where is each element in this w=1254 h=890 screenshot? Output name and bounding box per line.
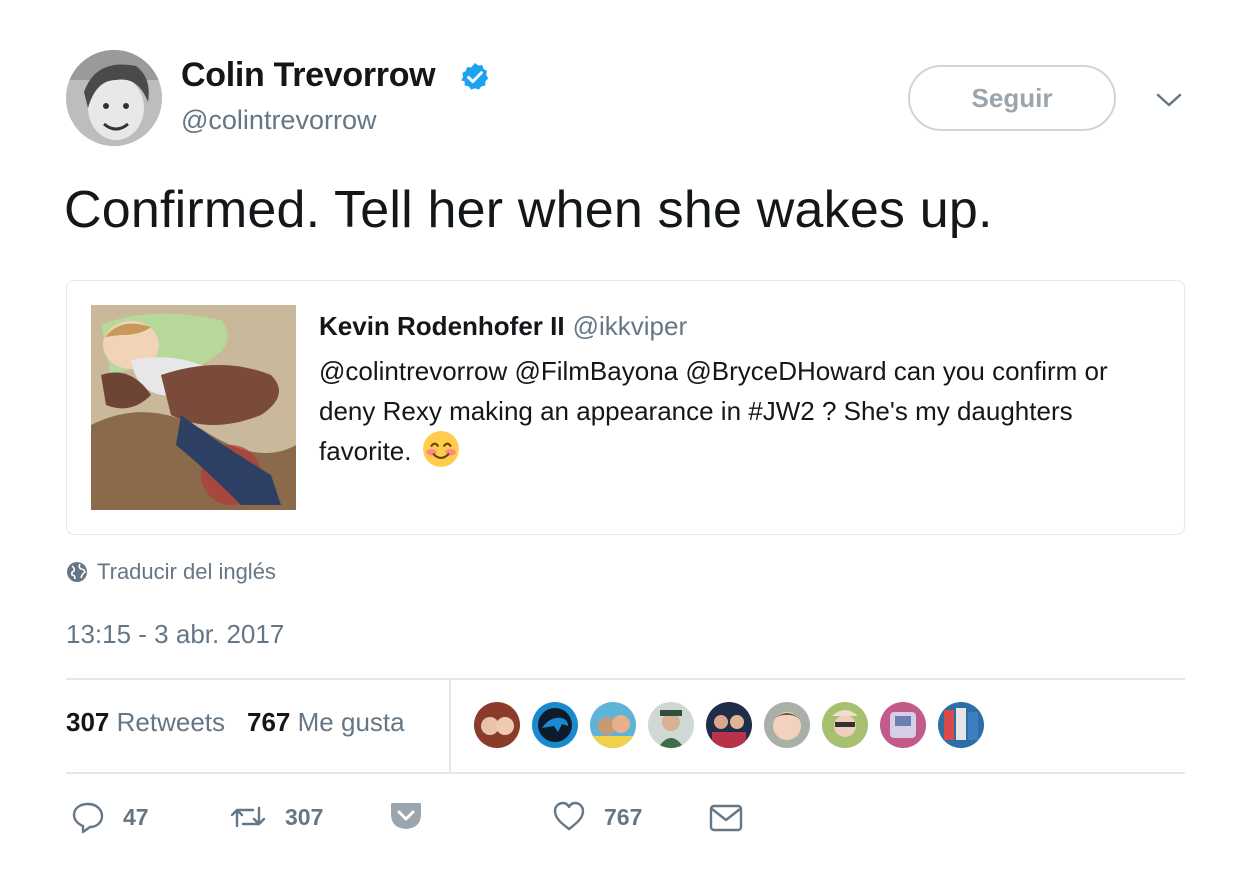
retweets-label: Retweets [116, 707, 226, 737]
divider [66, 772, 1185, 774]
envelope-icon [709, 804, 743, 832]
quoted-text-line-content: favorite. [319, 436, 412, 466]
divider [66, 678, 1185, 680]
liker-avatar[interactable] [762, 700, 812, 750]
author-name[interactable]: Colin Trevorrow [181, 56, 436, 95]
quoted-author[interactable]: Kevin Rodenhofer II @ikkviper [319, 311, 687, 342]
liker-photo [474, 702, 520, 748]
liker-photo [706, 702, 752, 748]
direct-message-action[interactable] [709, 803, 743, 838]
retweet-count: 307 [285, 803, 324, 830]
liker-photo [648, 702, 694, 748]
toddler-with-dinosaur-photo [91, 305, 296, 510]
quoted-text-line: @colintrevorrow @FilmBayona @BryceDHowar… [319, 356, 1108, 386]
liker-photo [764, 702, 810, 748]
liker-avatar[interactable] [704, 700, 754, 750]
liker-avatar[interactable] [936, 700, 986, 750]
profile-photo [66, 50, 162, 146]
translate-label: Traducir del inglés [97, 559, 276, 584]
retweet-action[interactable]: 307 [229, 800, 323, 834]
retweets-count: 307 [66, 707, 110, 737]
tweet-stats: 307 Retweets 767 Me gusta [66, 707, 405, 738]
heart-icon [553, 801, 585, 831]
liker-photo [590, 702, 636, 748]
follow-button[interactable]: Seguir [908, 65, 1116, 131]
reply-icon [72, 802, 104, 834]
globe-icon [67, 562, 87, 582]
likes-stat[interactable]: 767 Me gusta [247, 707, 405, 737]
liker-avatar[interactable] [646, 700, 696, 750]
liker-avatar[interactable] [820, 700, 870, 750]
smiling-blush-emoji-icon [422, 431, 459, 468]
author-avatar[interactable] [66, 50, 162, 146]
liker-photo [822, 702, 868, 748]
likes-count: 767 [247, 707, 291, 737]
liker-photo [938, 702, 984, 748]
quoted-author-handle: @ikkviper [572, 311, 688, 341]
retweets-stat[interactable]: 307 Retweets [66, 707, 225, 737]
reply-count: 47 [123, 803, 149, 830]
liker-avatar[interactable] [588, 700, 638, 750]
quoted-text-line: deny Rexy making an appearance in #JW2 ?… [319, 396, 1073, 426]
verified-badge-icon [461, 63, 489, 90]
jurassic-logo-icon [532, 702, 578, 748]
liker-avatar[interactable] [472, 700, 522, 750]
liker-avatar[interactable] [878, 700, 928, 750]
reply-action[interactable]: 47 [71, 800, 149, 834]
likes-label: Me gusta [297, 707, 405, 737]
pocket-icon [391, 803, 421, 829]
quoted-tweet-image[interactable] [91, 305, 296, 510]
pocket-action[interactable] [389, 800, 423, 837]
quoted-author-name: Kevin Rodenhofer II [319, 311, 565, 341]
liker-avatar[interactable] [530, 700, 580, 750]
like-action[interactable]: 767 [552, 800, 642, 834]
retweet-icon [230, 806, 266, 828]
quoted-text-line-last: favorite. [319, 431, 1179, 471]
like-count: 767 [604, 803, 643, 830]
tweet-timestamp[interactable]: 13:15 - 3 abr. 2017 [66, 619, 284, 650]
chevron-down-icon[interactable] [1156, 90, 1182, 110]
author-handle[interactable]: @colintrevorrow [181, 105, 376, 136]
tweet-text: Confirmed. Tell her when she wakes up. [64, 181, 993, 239]
stats-divider [449, 679, 451, 772]
quoted-tweet-text: @colintrevorrow @FilmBayona @BryceDHowar… [319, 351, 1179, 471]
liker-photo [880, 702, 926, 748]
likers-avatars [472, 700, 994, 752]
translate-link[interactable]: Traducir del inglés [66, 559, 276, 585]
